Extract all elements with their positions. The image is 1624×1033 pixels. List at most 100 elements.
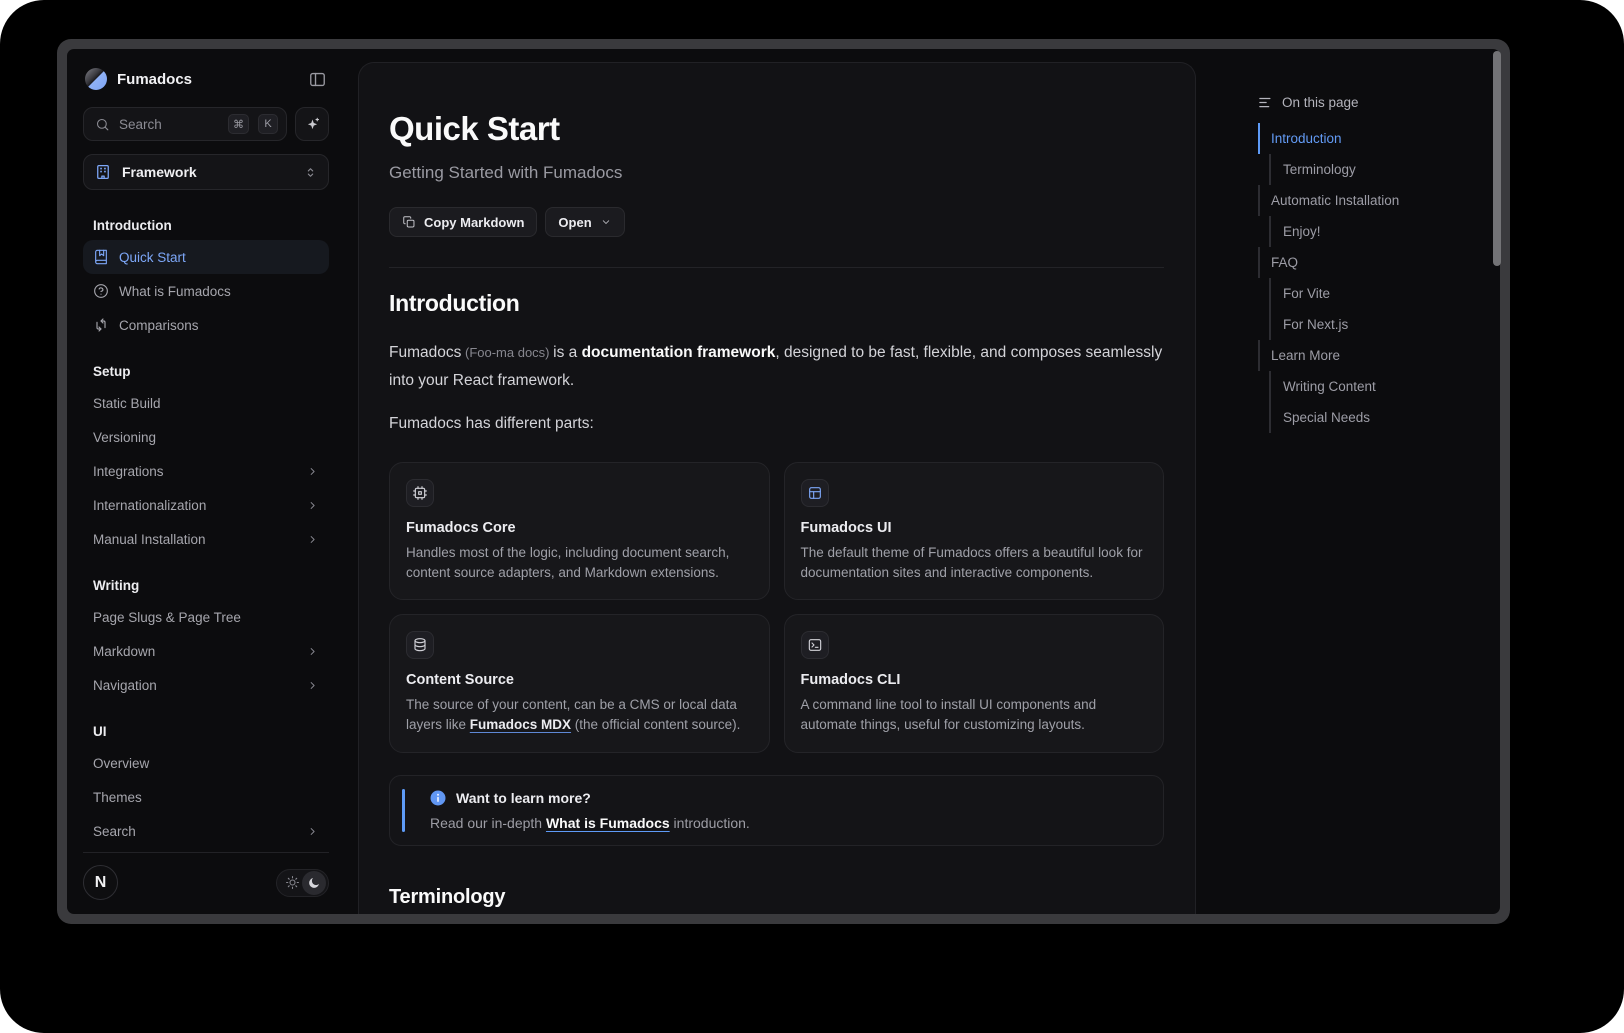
- card-description: The default theme of Fumadocs offers a b…: [801, 543, 1148, 584]
- sidebar-item-quick-start[interactable]: Quick Start: [83, 240, 329, 274]
- chevron-right-icon: [306, 533, 319, 546]
- toc-item-special-needs[interactable]: Special Needs: [1258, 402, 1480, 433]
- introduction-paragraph: Fumadocs (Foo-ma docs) is a documentatio…: [389, 339, 1164, 394]
- align-left-icon: [1258, 95, 1273, 110]
- sidebar-item-label: Integrations: [93, 464, 296, 479]
- sidebar-item-page-slugs[interactable]: Page Slugs & Page Tree: [83, 600, 329, 634]
- cpu-icon: [406, 479, 434, 507]
- main-panel: Quick Start Getting Started with Fumadoc…: [358, 62, 1196, 914]
- brand[interactable]: Fumadocs: [85, 68, 192, 90]
- toc-item-learn-more[interactable]: Learn More: [1258, 340, 1480, 371]
- sun-icon[interactable]: [285, 875, 300, 890]
- sidebar-heading-ui: UI: [83, 724, 329, 739]
- fumadocs-mdx-link[interactable]: Fumadocs MDX: [470, 717, 571, 732]
- sidebar-item-label: Manual Installation: [93, 532, 296, 547]
- card-content-source[interactable]: Content Source The source of your conten…: [389, 614, 770, 753]
- copy-markdown-label: Copy Markdown: [424, 215, 524, 230]
- scrollbar[interactable]: [1493, 51, 1501, 266]
- sidebar-item-label: Search: [93, 824, 296, 839]
- sidebar-item-label: Comparisons: [119, 318, 319, 333]
- toc-title-row: On this page: [1258, 95, 1480, 110]
- card-fumadocs-cli[interactable]: Fumadocs CLI A command line tool to inst…: [784, 614, 1165, 753]
- toc-item-introduction[interactable]: Introduction: [1258, 123, 1480, 154]
- sidebar-item-static-build[interactable]: Static Build: [83, 386, 329, 420]
- sidebar-item-manual-installation[interactable]: Manual Installation: [83, 522, 329, 556]
- card-fumadocs-core[interactable]: Fumadocs Core Handles most of the logic,…: [389, 462, 770, 601]
- feature-cards: Fumadocs Core Handles most of the logic,…: [389, 462, 1164, 753]
- callout-title-row: Want to learn more?: [430, 790, 1147, 806]
- card-description: The source of your content, can be a CMS…: [406, 695, 753, 736]
- text-documentation-framework: documentation framework: [582, 344, 776, 361]
- card-description: A command line tool to install UI compon…: [801, 695, 1148, 736]
- sidebar-nav: Introduction Quick Start What is Fumadoc…: [83, 196, 329, 852]
- sidebar-item-comparisons[interactable]: Comparisons: [83, 308, 329, 342]
- kbd-command: ⌘: [228, 114, 249, 134]
- toc-item-enjoy[interactable]: Enjoy!: [1258, 216, 1480, 247]
- table-of-contents: On this page Introduction Terminology Au…: [1196, 49, 1500, 914]
- sidebar-item-label: What is Fumadocs: [119, 284, 319, 299]
- toc-item-terminology[interactable]: Terminology: [1258, 154, 1480, 185]
- text-is-a: is a: [553, 344, 581, 361]
- sidebar-header: Fumadocs: [83, 63, 329, 95]
- toc-item-writing-content[interactable]: Writing Content: [1258, 371, 1480, 402]
- toc-item-for-nextjs[interactable]: For Next.js: [1258, 309, 1480, 340]
- sidebar-heading-introduction: Introduction: [83, 218, 329, 233]
- toc-item-for-vite[interactable]: For Vite: [1258, 278, 1480, 309]
- sidebar-item-navigation[interactable]: Navigation: [83, 668, 329, 702]
- sidebar-item-label: Overview: [93, 756, 319, 771]
- brand-name: Fumadocs: [117, 71, 192, 88]
- card-desc-post: (the official content source).: [571, 717, 740, 732]
- card-title: Content Source: [406, 672, 753, 688]
- moon-icon[interactable]: [302, 871, 326, 895]
- nextjs-logo-button[interactable]: N: [83, 865, 118, 900]
- framework-selector-label: Framework: [122, 164, 293, 180]
- header-divider: [389, 267, 1164, 268]
- toc-title: On this page: [1282, 95, 1359, 110]
- sidebar-item-themes[interactable]: Themes: [83, 780, 329, 814]
- ai-search-button[interactable]: [295, 107, 329, 141]
- layout-panel-icon: [801, 479, 829, 507]
- terminal-icon: [801, 631, 829, 659]
- what-is-fumadocs-link[interactable]: What is Fumadocs: [546, 815, 670, 831]
- sidebar-heading-writing: Writing: [83, 578, 329, 593]
- desktop-backdrop: Fumadocs Search ⌘ K: [0, 0, 1624, 1033]
- toc-item-faq[interactable]: FAQ: [1258, 247, 1480, 278]
- sidebar-item-internationalization[interactable]: Internationalization: [83, 488, 329, 522]
- fumadocs-logo-icon: [85, 68, 107, 90]
- text-pronunciation: (Foo-ma docs): [461, 345, 553, 360]
- sidebar-collapse-button[interactable]: [308, 70, 327, 89]
- toc-item-automatic-installation[interactable]: Automatic Installation: [1258, 185, 1480, 216]
- sidebar-item-label: Navigation: [93, 678, 296, 693]
- search-icon: [95, 117, 110, 132]
- chevron-right-icon: [306, 499, 319, 512]
- theme-toggle[interactable]: [276, 869, 329, 897]
- building-icon: [94, 163, 112, 181]
- search-row: Search ⌘ K: [83, 107, 329, 141]
- card-fumadocs-ui[interactable]: Fumadocs UI The default theme of Fumadoc…: [784, 462, 1165, 601]
- app-window-content: Fumadocs Search ⌘ K: [67, 49, 1500, 914]
- sidebar-item-label: Themes: [93, 790, 319, 805]
- chevron-right-icon: [306, 645, 319, 658]
- book-marked-icon: [93, 249, 109, 265]
- sidebar-item-label: Internationalization: [93, 498, 296, 513]
- search-input[interactable]: Search ⌘ K: [83, 107, 287, 141]
- copy-markdown-button[interactable]: Copy Markdown: [389, 207, 537, 237]
- chevron-right-icon: [306, 679, 319, 692]
- framework-selector[interactable]: Framework: [83, 154, 329, 190]
- chevron-right-icon: [306, 825, 319, 838]
- sidebar-item-versioning[interactable]: Versioning: [83, 420, 329, 454]
- sidebar-item-overview[interactable]: Overview: [83, 746, 329, 780]
- sidebar-item-integrations[interactable]: Integrations: [83, 454, 329, 488]
- sidebar-item-search[interactable]: Search: [83, 814, 329, 848]
- sidebar-item-what-is-fumadocs[interactable]: What is Fumadocs: [83, 274, 329, 308]
- sidebar: Fumadocs Search ⌘ K: [67, 49, 358, 914]
- sidebar-item-markdown[interactable]: Markdown: [83, 634, 329, 668]
- toolbar: Copy Markdown Open: [389, 207, 1164, 237]
- database-icon: [406, 631, 434, 659]
- sidebar-item-label: Quick Start: [119, 250, 319, 265]
- callout-body-pre: Read our in-depth: [430, 815, 546, 831]
- open-dropdown-button[interactable]: Open: [545, 207, 624, 237]
- info-icon: [430, 790, 446, 806]
- callout-body-post: introduction.: [670, 815, 750, 831]
- sidebar-item-label: Page Slugs & Page Tree: [93, 610, 319, 625]
